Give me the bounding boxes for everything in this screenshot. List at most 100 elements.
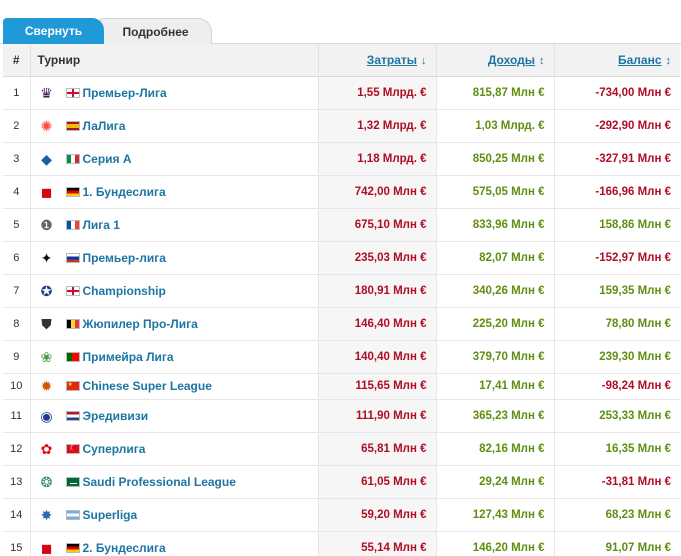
table-row: 1 ♛ Премьер-Лига 1,55 Млрд. €815,87 Млн € -7…: [3, 76, 680, 110]
table-row: 14 ✸ Superliga 59,20 Млн €127,43 Млн €68,23…: [3, 498, 680, 532]
league-link[interactable]: Эредивизи: [83, 409, 149, 423]
league-link[interactable]: Saudi Professional League: [83, 475, 236, 489]
table-header-row: # Турнир Затраты ↓ Доходы ↕ Баланс ↕: [3, 44, 680, 77]
income-cell: 17,41 Млн €: [435, 373, 554, 400]
country-flag-icon: [65, 318, 80, 329]
league-link[interactable]: 1. Бундеслига: [83, 185, 166, 199]
income-cell: 82,07 Млн €: [435, 241, 554, 275]
balance-cell: -98,24 Млн €: [553, 373, 680, 400]
table-row: 13 ❂ Saudi Professional League 61,05 Млн €2…: [3, 465, 680, 499]
league-link[interactable]: Лига 1: [83, 218, 120, 232]
column-header-rank: #: [3, 44, 30, 77]
country-flag-icon: [65, 252, 80, 263]
balance-cell: -166,96 Млн €: [553, 175, 680, 209]
spend-cell: 1,18 Млрд. €: [317, 142, 436, 176]
country-flag-icon: [65, 120, 80, 131]
table-row: 15 ◼ 2. Бундеслига 55,14 Млн €146,20 Млн €9…: [3, 531, 680, 556]
rank-cell: 13: [3, 465, 30, 499]
league-link[interactable]: Championship: [83, 284, 166, 298]
rank-cell: 5: [3, 208, 30, 242]
country-flag-icon: [65, 219, 80, 230]
country-flag-icon: [65, 443, 80, 454]
tab-collapse[interactable]: Свернуть: [3, 18, 104, 44]
premier-league-logo-icon[interactable]: ♛: [36, 82, 58, 104]
league-link[interactable]: Chinese Super League: [83, 379, 212, 393]
income-cell: 833,96 Млн €: [435, 208, 554, 242]
jupiler-pro-league-logo-icon[interactable]: ⛊: [36, 313, 58, 335]
balance-cell: -292,90 Млн €: [553, 109, 680, 143]
eredivisie-logo-icon[interactable]: ◉: [36, 405, 58, 427]
tournament-cell: ♛ Премьер-Лига: [29, 76, 318, 110]
column-header-spend-label: Затраты: [366, 52, 417, 67]
spend-cell: 1,32 Млрд. €: [317, 109, 436, 143]
laliga-logo-icon[interactable]: ✺: [36, 115, 58, 137]
bundesliga-logo-icon[interactable]: ◼: [36, 181, 58, 203]
tab-details[interactable]: Подробнее: [99, 18, 212, 44]
rank-cell: 12: [3, 432, 30, 466]
balance-cell: 239,30 Млн €: [553, 340, 680, 374]
league-link[interactable]: Премьер-Лига: [83, 86, 167, 100]
rank-cell: 11: [3, 399, 30, 433]
income-cell: 815,87 Млн €: [435, 76, 554, 110]
table-row: 6 ✦ Премьер-лига 235,03 Млн €82,07 Млн € -15…: [3, 241, 680, 275]
super-lig-logo-icon[interactable]: ✿: [36, 438, 58, 460]
balance-cell: 78,80 Млн €: [553, 307, 680, 341]
league-link[interactable]: Примейра Лига: [83, 350, 174, 364]
saudi-pro-league-logo-icon[interactable]: ❂: [36, 471, 58, 493]
country-flag-icon: [65, 87, 80, 98]
spend-cell: 1,55 Млрд. €: [317, 76, 436, 110]
tournament-cell: ❂ Saudi Professional League: [29, 465, 318, 499]
superliga-logo-icon[interactable]: ✸: [36, 504, 58, 526]
league-link[interactable]: Жюпилер Про-Лига: [83, 317, 198, 331]
rank-cell: 9: [3, 340, 30, 374]
table-row: 12 ✿ Суперлига 65,81 Млн €82,16 Млн €16,35 …: [3, 432, 680, 466]
sort-desc-icon: ↓: [421, 54, 427, 67]
tournament-cell: ⛊ Жюпилер Про-Лига: [29, 307, 318, 341]
table-row: 3 ◆ Серия А 1,18 Млрд. €850,25 Млн € -327,91…: [3, 142, 680, 176]
country-flag-icon: [65, 186, 80, 197]
income-cell: 575,05 Млн €: [435, 175, 554, 209]
balance-cell: -31,81 Млн €: [553, 465, 680, 499]
tournament-cell: ❀ Примейра Лига: [29, 340, 318, 374]
2-bundesliga-logo-icon[interactable]: ◼: [36, 537, 58, 556]
spend-cell: 65,81 Млн €: [317, 432, 436, 466]
income-cell: 82,16 Млн €: [435, 432, 554, 466]
russian-premier-league-logo-icon[interactable]: ✦: [36, 247, 58, 269]
country-flag-icon: [65, 542, 80, 553]
table-row: 10 ✹ Chinese Super League 115,65 Млн €17,41…: [3, 373, 680, 400]
spend-cell: 146,40 Млн €: [317, 307, 436, 341]
league-link[interactable]: Премьер-лига: [83, 251, 166, 265]
column-header-spend[interactable]: Затраты ↓: [317, 44, 436, 77]
league-link[interactable]: Серия А: [83, 152, 132, 166]
league-link[interactable]: ЛаЛига: [83, 119, 126, 133]
column-header-balance-label: Баланс: [617, 52, 662, 67]
rank-cell: 6: [3, 241, 30, 275]
primeira-liga-logo-icon[interactable]: ❀: [36, 346, 58, 368]
spend-cell: 55,14 Млн €: [317, 531, 436, 556]
ligue-1-logo-icon[interactable]: ❶: [36, 214, 58, 236]
sort-both-icon: ↕: [665, 54, 672, 67]
league-link[interactable]: Суперлига: [83, 442, 146, 456]
chinese-super-league-logo-icon[interactable]: ✹: [36, 375, 58, 397]
tournament-cell: ◉ Эредивизи: [29, 399, 318, 433]
column-header-income[interactable]: Доходы ↕: [435, 44, 554, 77]
tab-bar: Подробнее Свернуть: [0, 0, 681, 44]
tournament-cell: ✸ Superliga: [29, 498, 318, 532]
balance-cell: 158,86 Млн €: [553, 208, 680, 242]
spend-cell: 59,20 Млн €: [317, 498, 436, 532]
tournament-cell: ✦ Премьер-лига: [29, 241, 318, 275]
rank-cell: 15: [3, 531, 30, 556]
tournament-cell: ◆ Серия А: [29, 142, 318, 176]
rank-cell: 10: [3, 373, 30, 400]
rank-cell: 14: [3, 498, 30, 532]
income-cell: 146,20 Млн €: [435, 531, 554, 556]
league-link[interactable]: Superliga: [83, 508, 138, 522]
championship-logo-icon[interactable]: ✪: [36, 280, 58, 302]
income-cell: 29,24 Млн €: [435, 465, 554, 499]
balance-cell: 253,33 Млн €: [553, 399, 680, 433]
league-link[interactable]: 2. Бундеслига: [83, 541, 166, 555]
column-header-balance[interactable]: Баланс ↕: [553, 44, 680, 77]
spend-cell: 111,90 Млн €: [317, 399, 436, 433]
tournament-cell: ◼ 1. Бундеслига: [29, 175, 318, 209]
serie-a-logo-icon[interactable]: ◆: [36, 148, 58, 170]
